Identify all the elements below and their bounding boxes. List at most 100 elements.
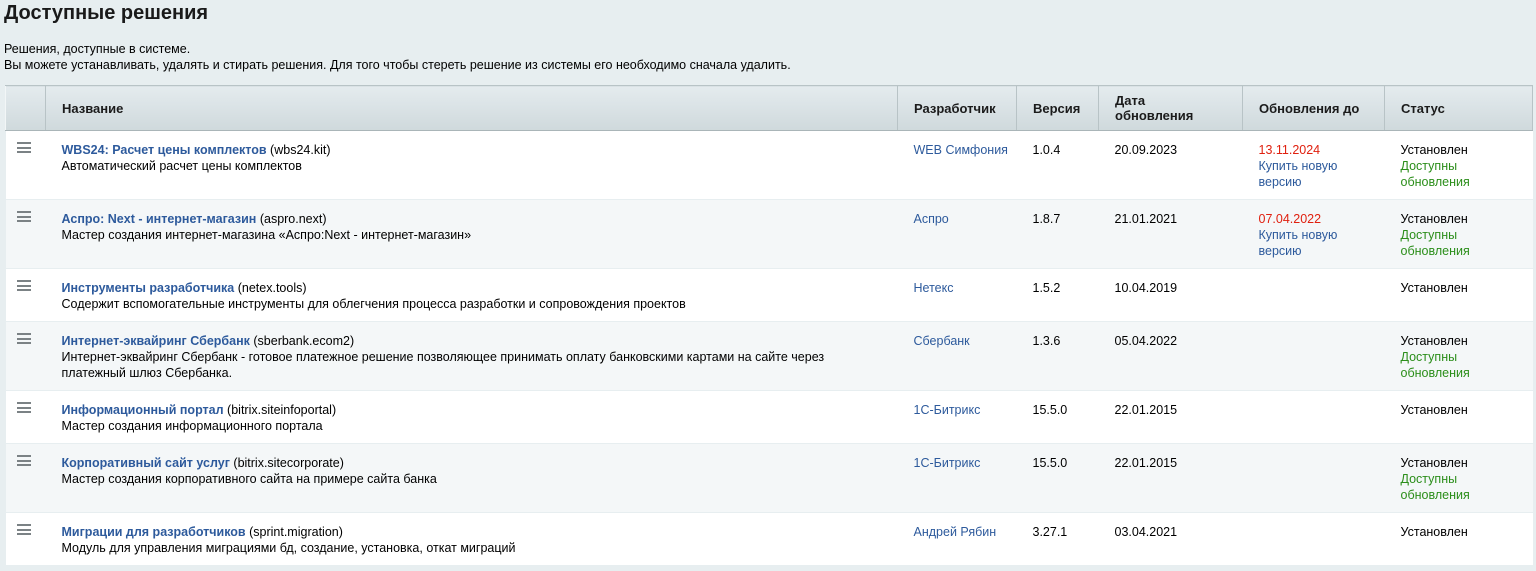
header-date-line: Дата bbox=[1115, 93, 1146, 108]
description-line: Решения, доступные в системе. bbox=[4, 42, 191, 56]
solution-description: Содержит вспомогательные инструменты для… bbox=[61, 297, 686, 311]
date-cell: 20.09.2023 bbox=[1098, 130, 1243, 200]
status-cell: Установлен bbox=[1384, 512, 1533, 566]
name-cell: Информационный портал (bitrix.siteinfopo… bbox=[45, 390, 898, 444]
solution-name-link[interactable]: Интернет-эквайринг Сбербанк bbox=[62, 334, 250, 348]
date-cell: 05.04.2022 bbox=[1098, 321, 1243, 391]
hamburger-menu-icon[interactable] bbox=[16, 455, 31, 466]
updates-until-date: 07.04.2022 bbox=[1258, 212, 1322, 226]
status-cell: Установлен Доступны обновления bbox=[1384, 199, 1533, 269]
header-updates-until[interactable]: Обновления до bbox=[1242, 85, 1385, 131]
hamburger-menu-icon[interactable] bbox=[16, 524, 31, 535]
solution-description: Интернет-эквайринг Сбербанк - готовое пл… bbox=[61, 350, 825, 364]
solution-name-link[interactable]: Информационный портал bbox=[62, 403, 224, 417]
updates-until-cell bbox=[1242, 512, 1385, 566]
name-cell: Инструменты разработчика (netex.tools) С… bbox=[45, 268, 898, 322]
header-date[interactable]: Дата обновления bbox=[1098, 85, 1243, 131]
header-developer[interactable]: Разработчик bbox=[897, 85, 1017, 131]
version-cell: 1.0.4 bbox=[1016, 130, 1099, 200]
solution-description: Мастер создания интернет-магазина «Аспро… bbox=[61, 228, 472, 242]
buy-new-version-link[interactable]: Купить новую версию bbox=[1259, 158, 1385, 190]
updates-until-cell bbox=[1242, 268, 1385, 322]
version-cell: 15.5.0 bbox=[1016, 390, 1099, 444]
header-date-line: обновления bbox=[1115, 108, 1194, 123]
updates-available-link[interactable]: Доступны обновления bbox=[1401, 158, 1533, 190]
developer-link[interactable]: Сбербанк bbox=[914, 334, 970, 348]
solution-name-link[interactable]: Корпоративный сайт услуг bbox=[62, 456, 230, 470]
solution-name-link[interactable]: Инструменты разработчика bbox=[62, 281, 235, 295]
developer-link[interactable]: WEB Симфония bbox=[914, 143, 1008, 157]
solutions-table: Название Разработчик Версия Дата обновле… bbox=[5, 85, 1533, 566]
name-cell: Аспро: Next - интернет-магазин (aspro.ne… bbox=[45, 199, 898, 269]
solution-description: Модуль для управления миграциями бд, соз… bbox=[61, 541, 516, 555]
solution-code: (wbs24.kit) bbox=[270, 143, 331, 157]
version-cell: 15.5.0 bbox=[1016, 443, 1099, 513]
table-header: Название Разработчик Версия Дата обновле… bbox=[5, 85, 1533, 131]
updates-until-cell bbox=[1242, 443, 1385, 513]
hamburger-menu-icon[interactable] bbox=[16, 211, 31, 222]
solution-code: (bitrix.siteinfoportal) bbox=[227, 403, 337, 417]
updates-until-cell bbox=[1242, 390, 1385, 444]
status-text: Установлен bbox=[1400, 143, 1468, 157]
developer-link[interactable]: Аспро bbox=[914, 212, 949, 226]
status-cell: Установлен Доступны обновления bbox=[1384, 130, 1533, 200]
version-cell: 1.3.6 bbox=[1016, 321, 1099, 391]
status-cell: Установлен Доступны обновления bbox=[1384, 321, 1533, 391]
developer-link[interactable]: 1С-Битрикс bbox=[914, 456, 981, 470]
solution-name-link[interactable]: Аспро: Next - интернет-магазин bbox=[62, 212, 257, 226]
buy-link-line: версию bbox=[1258, 244, 1302, 258]
page-title: Доступные решения bbox=[4, 2, 209, 24]
updates-available-line: Доступны bbox=[1400, 159, 1458, 173]
date-cell: 21.01.2021 bbox=[1098, 199, 1243, 269]
updates-available-line: Доступны bbox=[1400, 472, 1458, 486]
updates-until-cell bbox=[1242, 321, 1385, 391]
updates-until-cell: 13.11.2024 Купить новую версию bbox=[1242, 130, 1385, 200]
header-version[interactable]: Версия bbox=[1016, 85, 1099, 131]
hamburger-menu-icon[interactable] bbox=[16, 333, 31, 344]
row-actions-cell bbox=[5, 268, 46, 322]
developer-cell: Сбербанк bbox=[897, 321, 1017, 391]
solution-name-link[interactable]: WBS24: Расчет цены комплектов bbox=[62, 143, 267, 157]
name-cell: Интернет-эквайринг Сбербанк (sberbank.ec… bbox=[45, 321, 898, 391]
solution-name-link[interactable]: Миграции для разработчиков bbox=[62, 525, 246, 539]
status-text: Установлен bbox=[1400, 334, 1468, 348]
row-actions-cell bbox=[5, 443, 46, 513]
developer-cell: Аспро bbox=[897, 199, 1017, 269]
updates-available-line: обновления bbox=[1400, 366, 1470, 380]
updates-available-link[interactable]: Доступны обновления bbox=[1401, 227, 1533, 259]
name-cell: Корпоративный сайт услуг (bitrix.sitecor… bbox=[45, 443, 898, 513]
version-cell: 3.27.1 bbox=[1016, 512, 1099, 566]
updates-available-line: обновления bbox=[1400, 175, 1470, 189]
updates-available-line: Доступны bbox=[1400, 228, 1458, 242]
header-name[interactable]: Название bbox=[45, 85, 898, 131]
buy-new-version-link[interactable]: Купить новую версию bbox=[1259, 227, 1385, 259]
name-cell: Миграции для разработчиков (sprint.migra… bbox=[45, 512, 898, 566]
developer-link[interactable]: 1С-Битрикс bbox=[914, 403, 981, 417]
date-cell: 10.04.2019 bbox=[1098, 268, 1243, 322]
date-cell: 03.04.2021 bbox=[1098, 512, 1243, 566]
developer-cell: 1С-Битрикс bbox=[897, 390, 1017, 444]
page-description: Решения, доступные в системе. Вы можете … bbox=[4, 41, 791, 73]
table-row: WBS24: Расчет цены комплектов (wbs24.kit… bbox=[5, 130, 1533, 200]
status-cell: Установлен bbox=[1384, 268, 1533, 322]
table-row: Корпоративный сайт услуг (bitrix.sitecor… bbox=[5, 443, 1533, 513]
developer-cell: Нетекс bbox=[897, 268, 1017, 322]
solution-description: Мастер создания корпоративного сайта на … bbox=[61, 472, 437, 486]
version-cell: 1.5.2 bbox=[1016, 268, 1099, 322]
developer-cell: WEB Симфония bbox=[897, 130, 1017, 200]
developer-link[interactable]: Нетекс bbox=[914, 281, 954, 295]
row-actions-cell bbox=[5, 199, 46, 269]
hamburger-menu-icon[interactable] bbox=[16, 402, 31, 413]
status-text: Установлен bbox=[1400, 281, 1468, 295]
updates-available-link[interactable]: Доступны обновления bbox=[1401, 349, 1533, 381]
solution-description-continued: платежный шлюз Сбербанка. bbox=[61, 366, 233, 380]
updates-available-link[interactable]: Доступны обновления bbox=[1401, 471, 1533, 503]
row-actions-cell bbox=[5, 321, 46, 391]
developer-link[interactable]: Андрей Рябин bbox=[914, 525, 997, 539]
table-row: Инструменты разработчика (netex.tools) С… bbox=[5, 268, 1533, 322]
hamburger-menu-icon[interactable] bbox=[16, 280, 31, 291]
hamburger-menu-icon[interactable] bbox=[16, 142, 31, 153]
header-status[interactable]: Статус bbox=[1384, 85, 1533, 131]
updates-available-line: Доступны bbox=[1400, 350, 1458, 364]
description-line: Вы можете устанавливать, удалять и стира… bbox=[4, 58, 791, 72]
